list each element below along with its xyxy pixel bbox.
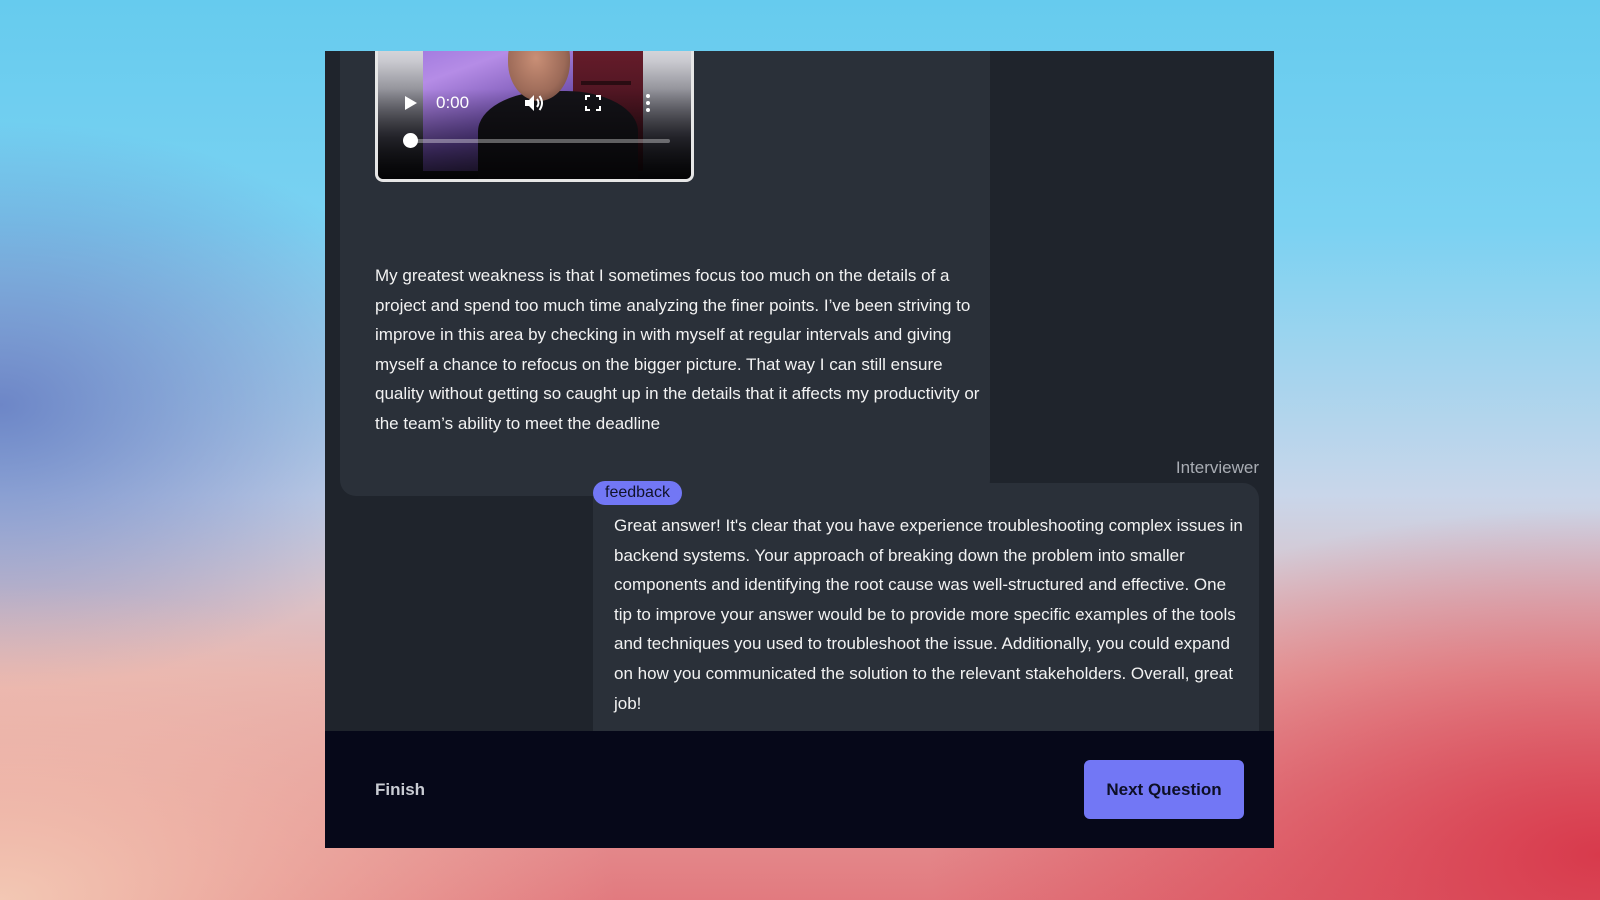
play-icon[interactable] [402,91,420,115]
video-seek-bar[interactable] [403,133,670,148]
candidate-answer-bubble: 0:00 My greatest weakness is that I some… [340,51,990,496]
feedback-badge: feedback [593,481,682,505]
finish-button[interactable]: Finish [360,771,440,809]
video-time: 0:00 [436,93,470,112]
feedback-text: Great answer! It's clear that you have e… [614,516,1243,713]
video-controls: 0:00 [378,91,691,115]
fullscreen-icon[interactable] [582,91,604,115]
video-player[interactable]: 0:00 [375,51,694,182]
more-options-icon[interactable] [642,91,654,115]
footer-bar: Finish Next Question [325,731,1274,848]
interviewer-label: Interviewer [1175,458,1259,477]
answer-transcript: My greatest weakness is that I sometimes… [375,266,980,433]
next-question-button[interactable]: Next Question [1084,760,1244,819]
seek-handle[interactable] [403,133,418,148]
volume-icon[interactable] [522,91,546,115]
interview-window: 0:00 My greatest weakness is that I some… [325,51,1274,848]
